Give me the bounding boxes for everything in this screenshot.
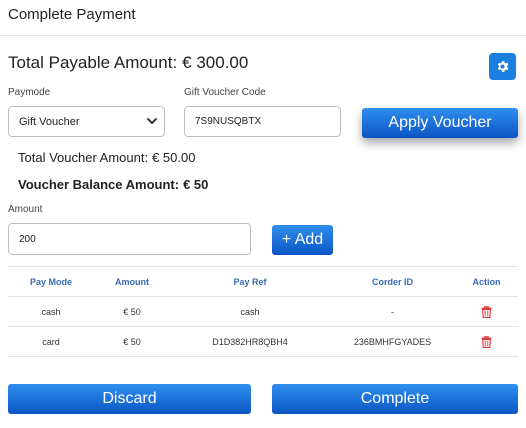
column-header-amount: Amount [115,276,149,287]
gear-icon [497,61,509,72]
delete-row-button[interactable] [455,335,518,348]
discard-button[interactable]: Discard [8,384,251,414]
paymode-select-value: Gift Voucher [19,116,80,128]
voucher-balance-label: Voucher Balance Amount: [18,177,180,192]
paymode-select[interactable]: Gift Voucher [8,106,165,137]
voucher-total-value: € 50.00 [152,150,196,165]
payments-table: Pay Mode Amount Pay Ref Corder ID Action… [8,266,518,357]
total-payable-value: € 300.00 [182,53,249,72]
corder-id-cell: 236BMHFGYADES [353,336,432,347]
page-title: Complete Payment [8,6,136,23]
paymode-label: Paymode [8,87,51,98]
trash-icon [481,305,492,318]
corder-id-cell: - [391,306,394,317]
pay-mode-cell: cash [41,306,61,317]
amount-cell: € 50 [123,336,141,347]
pay-mode-cell: card [42,336,60,347]
dialog-header: Complete Payment [0,0,526,36]
amount-label: Amount [8,204,43,215]
voucher-balance-value: € 50 [183,177,209,192]
settings-button[interactable] [489,53,516,80]
voucher-balance: Voucher Balance Amount: € 50 [18,177,212,192]
table-header-row: Pay Mode Amount Pay Ref Corder ID Action [8,267,518,297]
delete-row-button[interactable] [455,305,518,318]
amount-input[interactable]: 200 [8,223,251,255]
table-row: cash € 50 cash - [8,297,518,327]
column-header-action: Action [472,276,501,287]
voucher-code-value: 7S9NUSQBTX [195,116,262,127]
amount-cell: € 50 [123,306,141,317]
table-row: card € 50 D1D382HR8QBH4 236BMHFGYADES [8,327,518,357]
column-header-pay-mode: Pay Mode [29,276,72,287]
column-header-corder-id: Corder ID [371,276,413,287]
amount-value: 200 [19,233,36,245]
trash-icon [481,335,492,348]
voucher-code-input[interactable]: 7S9NUSQBTX [184,106,341,137]
complete-button[interactable]: Complete [272,384,518,414]
total-payable-label: Total Payable Amount: [8,53,178,72]
chevron-down-icon [147,118,157,124]
pay-ref-cell: D1D382HR8QBH4 [212,336,288,347]
column-header-pay-ref: Pay Ref [233,276,267,287]
voucher-code-label: Gift Voucher Code [184,87,266,98]
add-payment-button[interactable]: + Add [272,225,333,255]
pay-ref-cell: cash [240,306,260,317]
voucher-total-label: Total Voucher Amount: [18,150,149,165]
total-payable: Total Payable Amount: € 300.00 [8,53,253,73]
voucher-total: Total Voucher Amount: € 50.00 [18,150,199,165]
apply-voucher-button[interactable]: Apply Voucher [362,108,518,138]
